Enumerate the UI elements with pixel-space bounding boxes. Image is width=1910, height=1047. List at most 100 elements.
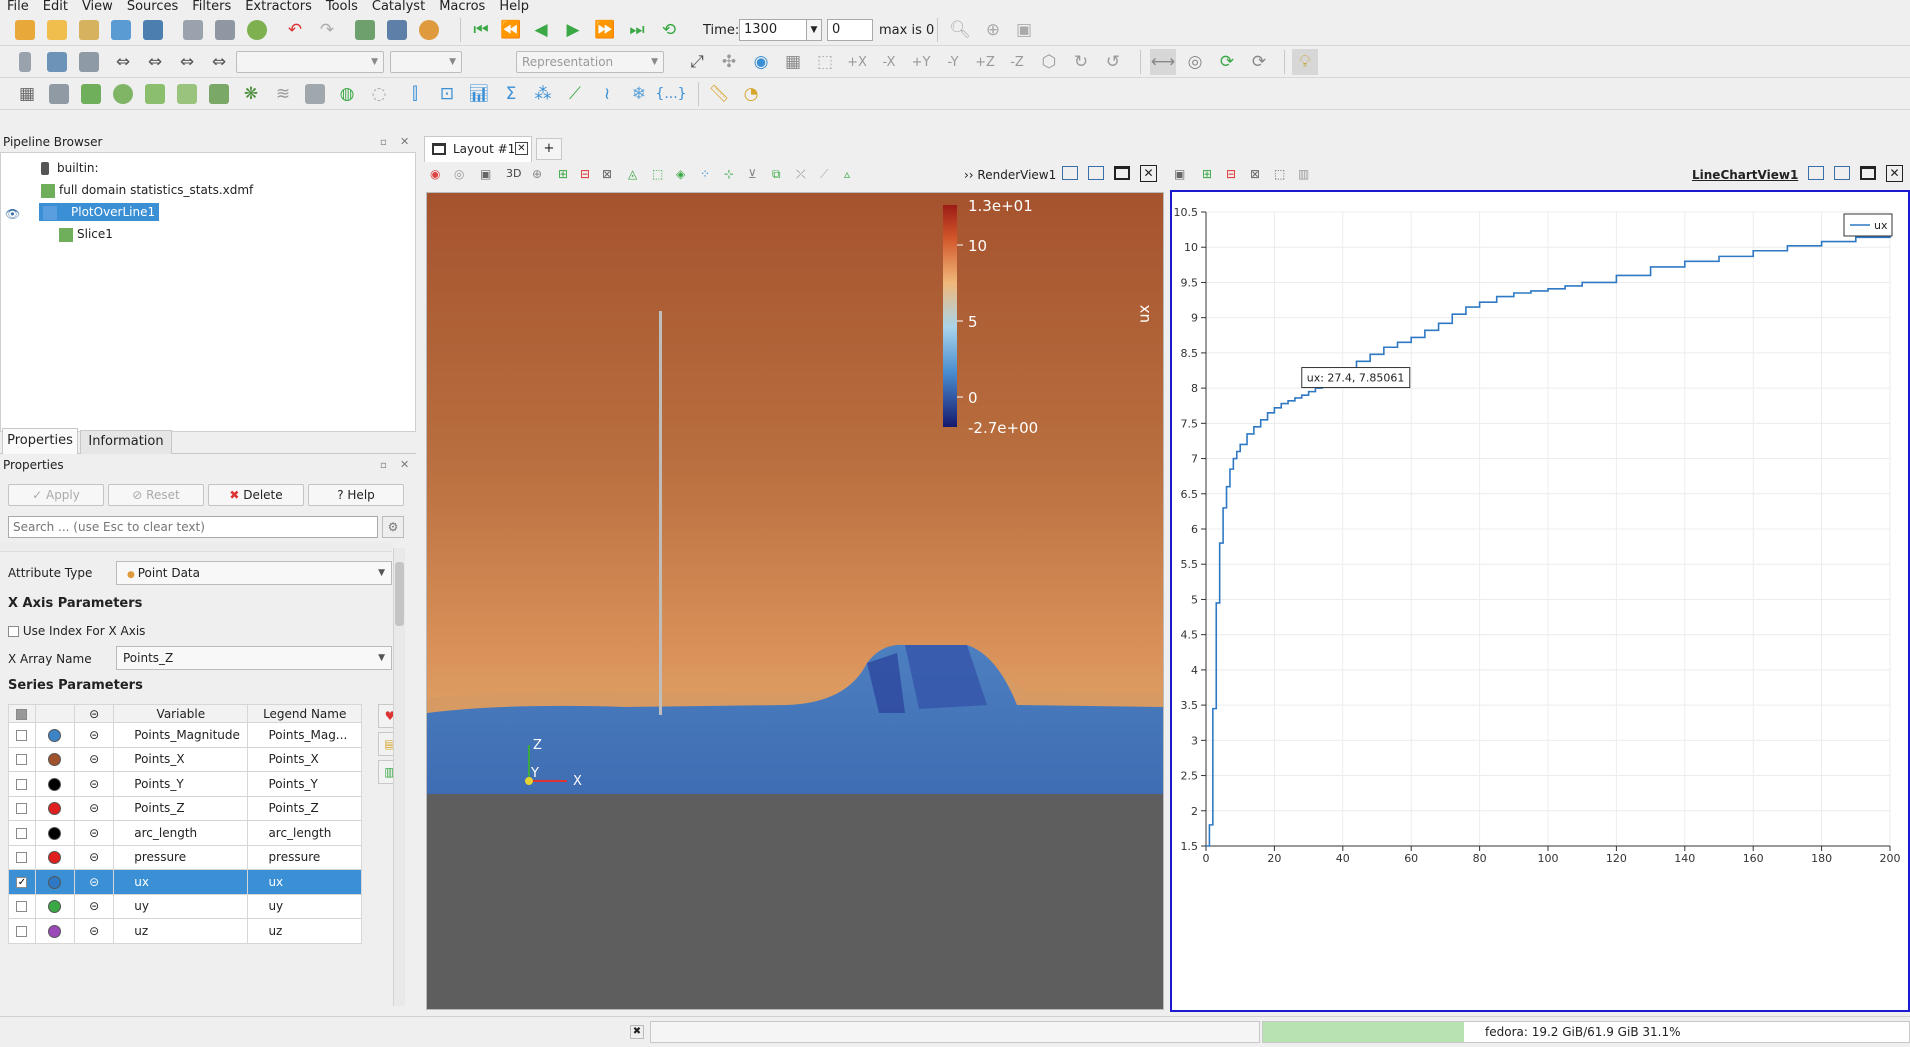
series-color-cell[interactable] [34,844,76,870]
view-plus-x-icon[interactable]: +X [844,49,870,75]
series-color-swatch[interactable] [48,924,62,938]
attribute-type-select[interactable]: ● Point Data ▼ [116,561,392,585]
menu-sources[interactable]: Sources [120,0,185,14]
isometric-view-icon[interactable]: ⬡ [1036,49,1062,75]
reset-session-icon[interactable] [244,17,270,43]
close-view-icon[interactable]: ✕ [1140,165,1157,182]
clear-status-icon[interactable]: ✖ [630,1025,644,1039]
series-color-swatch[interactable] [48,753,62,767]
help-button[interactable]: ? Help [308,484,404,506]
refresh-icon[interactable]: ⟳ [1246,49,1272,75]
series-row[interactable]: ⊝ pressure pressure [8,844,362,870]
extract-selection-icon[interactable]: ⧉ [772,167,788,183]
series-checkbox[interactable] [16,729,28,741]
series-style-cell[interactable]: ⊝ [74,844,115,870]
tab-properties[interactable]: Properties [2,428,78,454]
last-frame-icon[interactable]: ⏭ [624,17,650,43]
line-chart[interactable]: 0 20 40 60 80 100 120 140 160 180 200 1.5 2 2.5 3 3.5 4 4… [1172,192,1908,1010]
split-vertical-icon[interactable] [1088,166,1104,180]
float-icon[interactable]: ▫ [380,460,387,471]
polygon-select-icon[interactable]: ⬚ [1274,167,1290,183]
contour-icon[interactable] [46,81,72,107]
clear-selection-icon[interactable]: ▥ [1298,167,1314,183]
component-combo[interactable]: ▼ [390,51,462,73]
screenshot-icon[interactable]: ▣ [1174,167,1190,183]
series-checkbox-cell[interactable] [8,820,36,846]
series-style-cell[interactable]: ⊝ [74,795,115,821]
save-state-icon[interactable] [180,17,206,43]
grow-selection-icon[interactable]: ⊹ [724,167,740,183]
interactive-select-icon[interactable]: ◬ [628,167,644,183]
select-all-checkbox[interactable] [16,708,28,720]
series-checkbox-cell[interactable] [8,771,36,797]
undo-icon[interactable]: ↶ [282,17,308,43]
view-minus-z-icon[interactable]: -Z [1004,49,1030,75]
series-color-cell[interactable] [34,771,76,797]
toggle-selection-icon[interactable]: ⊠ [1250,167,1266,183]
variable-combo[interactable]: ▼ [236,51,384,73]
play-icon[interactable]: ▶ [560,17,586,43]
series-style-cell[interactable]: ⊝ [74,820,115,846]
reload-icon[interactable]: ⟳ [1214,49,1240,75]
close-tab-icon[interactable]: ✕ [515,142,528,155]
series-color-swatch[interactable] [48,851,62,865]
protractor-icon[interactable]: ◔ [738,81,764,107]
time-input[interactable]: 1300 [739,19,807,41]
menu-help[interactable]: Help [492,0,536,14]
pipeline-item-slice[interactable]: Slice1 [59,225,113,243]
redo-icon[interactable]: ↷ [314,17,340,43]
series-color-cell[interactable] [34,918,76,944]
slice-icon[interactable] [110,81,136,107]
series-style-cell[interactable]: ⊝ [74,869,115,895]
timestep-spinbox[interactable]: 0 [827,19,873,41]
view-plus-y-icon[interactable]: +Y [908,49,934,75]
series-checkbox-cell[interactable] [8,893,36,919]
series-row[interactable]: ⊝ Points_Y Points_Y [8,771,362,797]
series-legend-name[interactable]: Points_X [247,746,362,772]
reset-camera-closest-icon[interactable]: ⇔ [206,49,232,75]
series-checkbox-cell[interactable]: ✓ [8,869,36,895]
next-frame-icon[interactable]: ⏩ [592,17,618,43]
pipeline-item-builtin[interactable]: builtin: [41,159,99,177]
series-checkbox[interactable] [16,852,28,864]
light-kit-icon[interactable]: 💡︎ [1292,49,1318,75]
maximize-icon[interactable] [1860,166,1876,180]
time-dropdown-icon[interactable]: ▼ [806,19,822,41]
series-color-swatch[interactable] [48,900,62,914]
menu-filters[interactable]: Filters [185,0,238,14]
screenshot-icon[interactable]: ▣ [1011,17,1037,43]
float-icon[interactable]: ▫ [380,137,387,148]
series-row[interactable]: ⊝ Points_Magnitude Points_Mag... [8,722,362,748]
open-folder-icon[interactable] [44,17,70,43]
add-layout-button[interactable]: + [536,138,562,160]
ruler-icon[interactable]: ▵ [844,167,860,183]
frustum-select-icon[interactable]: ◈ [676,167,692,183]
clear-selection-icon[interactable]: ⟋ [820,167,836,183]
plot-selection-icon[interactable]: ⤫ [796,167,812,183]
series-style-cell[interactable]: ⊝ [74,771,115,797]
menu-catalyst[interactable]: Catalyst [365,0,432,14]
menu-tools[interactable]: Tools [319,0,365,14]
series-legend-name[interactable]: pressure [247,844,362,870]
pick-center-icon[interactable]: ▦ [780,49,806,75]
open-icon[interactable] [12,17,38,43]
pipeline-item-plotoverline[interactable]: PlotOverLine1 [39,203,159,221]
zoom-closest-icon[interactable]: ✣ [716,49,742,75]
python-icon[interactable] [352,17,378,43]
series-checkbox[interactable] [16,925,28,937]
server-icon[interactable] [12,49,38,75]
gear-icon[interactable]: ⚙ [382,516,404,538]
warp-icon[interactable]: ≋ [270,81,296,107]
split-vertical-icon[interactable] [1834,166,1850,180]
eye-visibility-icon[interactable]: 👁︎ [5,207,20,221]
disconnect-icon[interactable] [140,17,166,43]
tab-layout-1[interactable]: Layout #1 ✕ [424,136,532,162]
series-color-swatch[interactable] [48,802,62,816]
reset-camera-y-icon[interactable]: ⇔ [142,49,168,75]
series-legend-name[interactable]: arc_length [247,820,362,846]
render-view[interactable]: 1.3e+01 10 5 0 -2.7e+00 ux Z Y X [426,192,1164,1010]
series-checkbox-cell[interactable] [8,795,36,821]
series-legend-name[interactable]: uy [247,893,362,919]
series-color-swatch[interactable] [48,875,62,889]
close-view-icon[interactable]: ✕ [1886,165,1903,182]
